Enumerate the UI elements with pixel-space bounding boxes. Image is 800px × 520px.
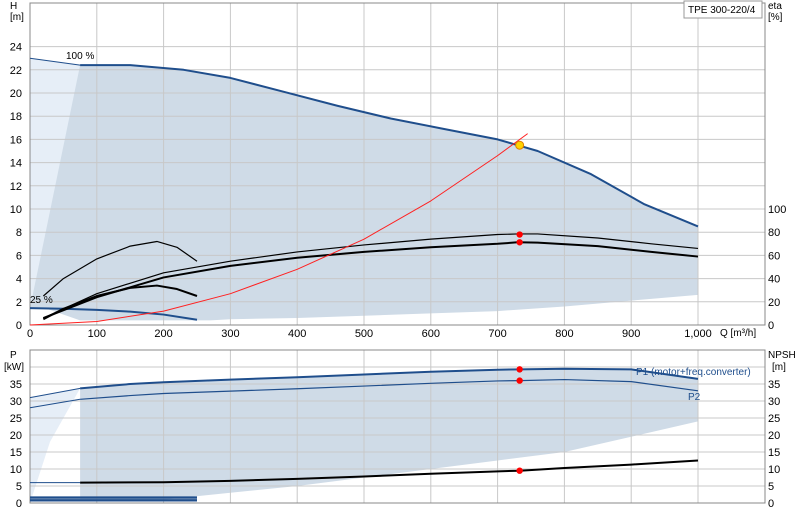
head-axis-label-h: H xyxy=(10,1,17,12)
p2-series-label: P2 xyxy=(688,392,701,403)
power-tick-label: 30 xyxy=(10,396,22,408)
flow-axis-label: Q [m³/h] xyxy=(720,328,756,339)
npsh-tick-label: 5 xyxy=(768,481,774,493)
p1-series-label: P1 (motor+freq.converter) xyxy=(636,367,751,378)
eta-duty-point xyxy=(516,239,523,246)
head-tick-label: 8 xyxy=(16,227,22,239)
npsh-tick-label: 25 xyxy=(768,413,780,425)
flow-tick-label: 0 xyxy=(27,328,33,340)
eta-tick-label: 80 xyxy=(768,227,780,239)
head-tick-label: 2 xyxy=(16,297,22,309)
head-tick-label: 6 xyxy=(16,250,22,262)
npsh-tick-label: 10 xyxy=(768,464,780,476)
flow-tick-label: 200 xyxy=(154,328,172,340)
head-tick-label: 18 xyxy=(10,111,22,123)
eta-duty-point xyxy=(516,231,523,238)
chart-title: TPE 300-220/4 xyxy=(688,5,756,16)
eta-axis-label: eta xyxy=(768,1,782,12)
flow-tick-label: 900 xyxy=(622,328,640,340)
head-tick-label: 4 xyxy=(16,274,22,286)
head-axis-label-unit: [m] xyxy=(10,12,24,23)
npsh-axis-label-unit: [m] xyxy=(772,362,786,373)
flow-tick-label: 400 xyxy=(288,328,306,340)
head-tick-label: 10 xyxy=(10,204,22,216)
speed-100-label: 100 % xyxy=(66,51,94,62)
power-tick-label: 20 xyxy=(10,430,22,442)
head-tick-label: 14 xyxy=(10,158,22,170)
flow-tick-label: 1,000 xyxy=(684,328,712,340)
duty-point xyxy=(515,140,525,150)
power-duty-point xyxy=(516,377,523,384)
power-duty-point xyxy=(516,467,523,474)
npsh-tick-label: 0 xyxy=(768,498,774,510)
eta-tick-label: 60 xyxy=(768,250,780,262)
eta-tick-label: 20 xyxy=(768,297,780,309)
pump-performance-chart: 0246810121416182022240204060801000 100 200… xyxy=(4,0,796,510)
flow-tick-label: 700 xyxy=(488,328,506,340)
power-tick-label: 5 xyxy=(16,481,22,493)
flow-tick-label: 800 xyxy=(555,328,573,340)
head-tick-label: 16 xyxy=(10,134,22,146)
power-tick-label: 35 xyxy=(10,379,22,391)
eta-tick-label: 0 xyxy=(768,320,774,332)
head-tick-label: 12 xyxy=(10,181,22,193)
head-efficiency-panel: 0246810121416182022240204060801000 100 200… xyxy=(10,2,786,340)
power-tick-label: 15 xyxy=(10,447,22,459)
npsh-tick-label: 20 xyxy=(768,430,780,442)
eta-tick-label: 40 xyxy=(768,274,780,286)
flow-tick-label: 600 xyxy=(422,328,440,340)
power-tick-label: 25 xyxy=(10,413,22,425)
head-tick-label: 22 xyxy=(10,65,22,77)
head-tick-label: 20 xyxy=(10,88,22,100)
eta-axis-label-unit: [%] xyxy=(768,12,783,23)
npsh-tick-label: 30 xyxy=(768,396,780,408)
power-axis-label-unit: [kW] xyxy=(4,362,24,373)
npsh-axis-label: NPSH xyxy=(768,350,796,361)
power-tick-label: 10 xyxy=(10,464,22,476)
power-duty-point xyxy=(516,366,523,373)
power-axis-label-p: P xyxy=(10,350,17,361)
power-tick-label: 0 xyxy=(16,498,22,510)
head-tick-label: 0 xyxy=(16,320,22,332)
flow-tick-label: 300 xyxy=(221,328,239,340)
eta-tick-label: 100 xyxy=(768,204,786,216)
speed-25-label: 25 % xyxy=(30,295,53,306)
npsh-tick-label: 35 xyxy=(768,379,780,391)
flow-tick-label: 500 xyxy=(355,328,373,340)
flow-tick-label: 100 xyxy=(88,328,106,340)
head-tick-label: 24 xyxy=(10,42,22,54)
npsh-tick-label: 15 xyxy=(768,447,780,459)
